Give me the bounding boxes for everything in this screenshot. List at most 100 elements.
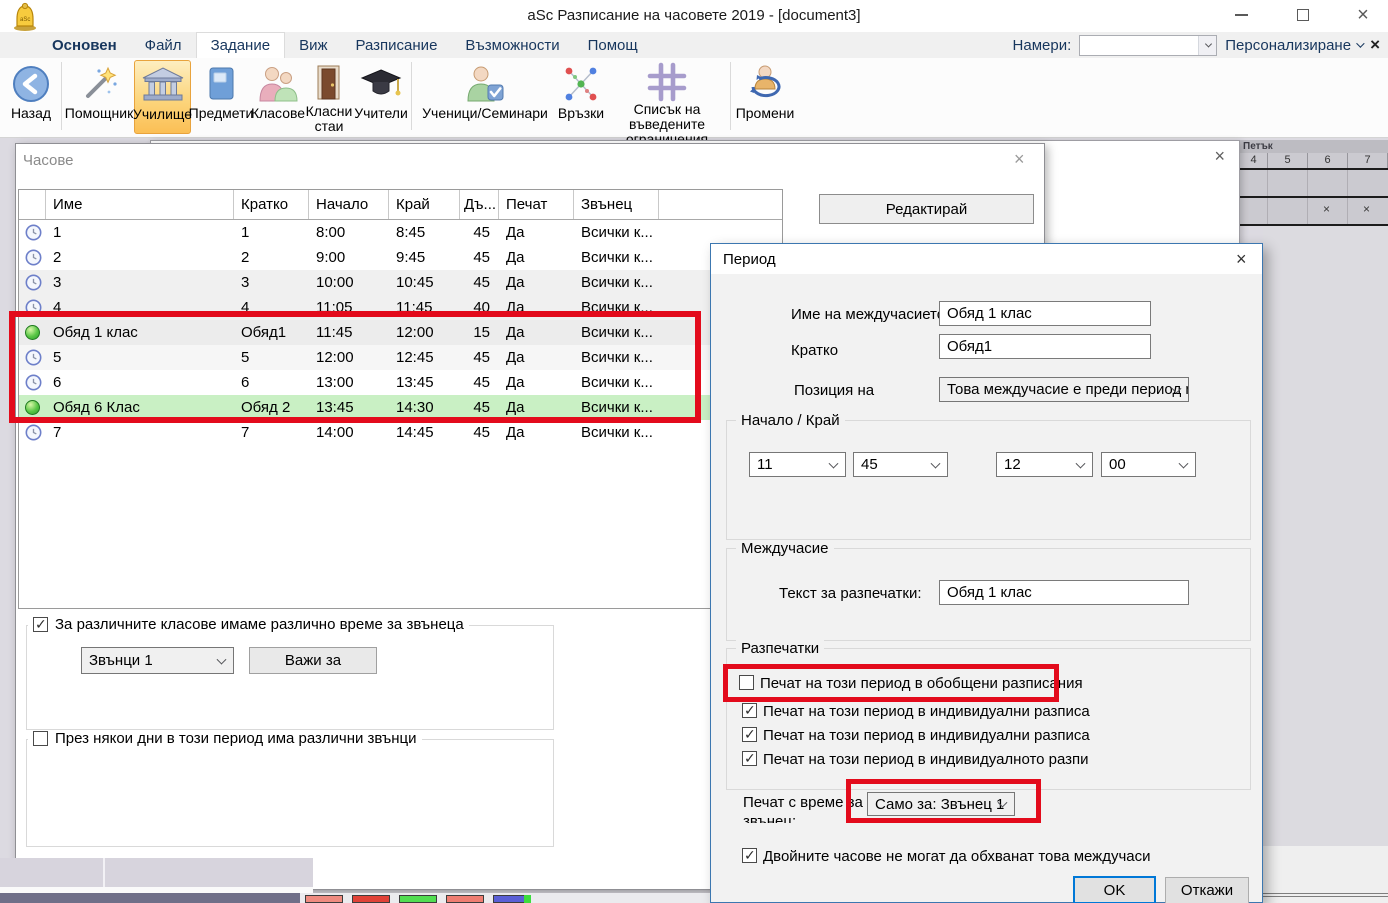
background-timetable-grid: Петък 4 5 6 7 × × — [1240, 140, 1388, 226]
grid-column-header: 7 — [1348, 153, 1388, 168]
bell-time-label-line1: Печат с време за — [743, 794, 863, 811]
applies-to-button[interactable]: Важи за — [249, 647, 377, 674]
school-button[interactable]: Училище — [134, 60, 191, 134]
classrooms-button[interactable]: Класни стаи — [305, 60, 353, 134]
period-clock-icon — [25, 249, 42, 266]
class-color-button[interactable] — [493, 895, 531, 903]
position-combo[interactable]: Това междучасие е преди период nr — [939, 377, 1189, 402]
period-clock-icon — [25, 274, 42, 291]
break-group-label: Междучасие — [736, 540, 834, 557]
chevron-down-icon — [931, 458, 941, 468]
personalize-close-icon[interactable]: × — [1370, 35, 1380, 55]
column-header-end[interactable]: Край — [389, 190, 460, 219]
table-row[interactable]: 118:008:4545ДаВсички к... — [19, 220, 782, 245]
subjects-button[interactable]: Предмети — [191, 60, 251, 134]
class-color-button[interactable] — [352, 895, 390, 903]
break-name-input[interactable]: Обяд 1 клас — [939, 301, 1151, 326]
tab-pomosht[interactable]: Помощ — [574, 32, 652, 58]
tab-zadanie[interactable]: Задание — [196, 32, 286, 58]
table-row[interactable]: 4411:0511:4540ДаВсички к... — [19, 295, 782, 320]
chevron-down-icon — [1076, 458, 1086, 468]
hours-close-icon[interactable]: × — [1014, 149, 1025, 170]
break-icon — [25, 400, 40, 415]
print-summary-checkbox[interactable] — [739, 675, 754, 690]
period-clock-icon — [25, 374, 42, 391]
table-row[interactable]: 7714:0014:4545ДаВсички к... — [19, 420, 782, 445]
column-header-short[interactable]: Кратко — [234, 190, 309, 219]
class-color-button[interactable] — [446, 895, 484, 903]
find-dropdown-button[interactable] — [1198, 36, 1216, 55]
tab-file[interactable]: Файл — [131, 32, 196, 58]
print-individual-schedule-checkbox[interactable] — [742, 751, 757, 766]
grid-column-header: 5 — [1268, 153, 1308, 168]
print-text-input[interactable]: Обяд 1 клас — [939, 580, 1189, 605]
students-seminars-button[interactable]: Ученици/Семинари — [414, 60, 556, 134]
column-header-bell[interactable]: Звънец — [574, 190, 659, 219]
ribbon-tab-bar: Основен Файл Задание Виж Разписание Възм… — [0, 32, 1388, 58]
table-row[interactable]: 6613:0013:4545ДаВсички к... — [19, 370, 782, 395]
short-input[interactable]: Обяд1 — [939, 334, 1151, 359]
tab-vazmozhnosti[interactable]: Възможности — [451, 32, 573, 58]
back-button[interactable]: Назад — [3, 60, 59, 134]
print-individual-schedule-label: Печат на този период в индивидуалното ра… — [763, 751, 1089, 768]
magic-wand-icon — [79, 62, 119, 106]
different-bells-label: За различните класове имаме различно вре… — [55, 616, 464, 633]
wizard-button[interactable]: Помощник — [64, 60, 134, 134]
maximize-button[interactable] — [1280, 0, 1326, 30]
chevron-down-icon — [1356, 39, 1364, 47]
minimize-button[interactable] — [1218, 0, 1264, 30]
start-end-group-label: Начало / Край — [736, 412, 845, 429]
printout-checkbox-row: Печат на този период в обобщени разписан… — [739, 675, 1239, 692]
print-individual-checkbox[interactable] — [742, 727, 757, 742]
different-days-checkbox[interactable] — [33, 731, 48, 746]
grid-cell-mark: × — [1323, 202, 1330, 216]
column-header-start[interactable]: Начало — [309, 190, 389, 219]
grid-column-header: 6 — [1308, 153, 1348, 168]
tab-razpisanie[interactable]: Разписание — [342, 32, 452, 58]
edit-button[interactable]: Редактирай — [819, 194, 1034, 224]
ribbon-toolbar: Назад Помощник Училище Предмети Класове — [0, 58, 1388, 138]
different-bells-checkbox[interactable] — [33, 617, 48, 632]
period-dialog: Период × Име на междучасието: Обяд 1 кла… — [710, 243, 1263, 903]
short-label: Кратко — [791, 342, 838, 359]
column-header-print[interactable]: Печат — [499, 190, 574, 219]
dialog-close-icon[interactable]: × — [1236, 249, 1247, 270]
table-row[interactable]: 3310:0010:4545ДаВсички к... — [19, 270, 782, 295]
column-header-name[interactable]: Име — [46, 190, 234, 219]
end-hour-combo[interactable]: 12 — [996, 452, 1093, 477]
table-row[interactable]: 5512:0012:4545ДаВсички к... — [19, 345, 782, 370]
end-minute-combo[interactable]: 00 — [1101, 452, 1196, 477]
class-color-button[interactable] — [305, 895, 343, 903]
class-color-button[interactable] — [399, 895, 437, 903]
student-check-icon — [463, 62, 507, 106]
book-icon — [204, 62, 238, 106]
links-button[interactable]: Връзки — [556, 60, 606, 134]
start-minute-combo[interactable]: 45 — [853, 452, 948, 477]
table-row[interactable]: 229:009:4545ДаВсички к... — [19, 245, 782, 270]
start-hour-combo[interactable]: 11 — [749, 452, 846, 477]
print-individual-label: Печат на този период в индивидуални разп… — [763, 727, 1090, 744]
ok-button[interactable]: OK — [1073, 876, 1156, 903]
close-button[interactable]: × — [1340, 0, 1386, 30]
find-input[interactable] — [1082, 37, 1194, 54]
background-window-close-icon[interactable]: × — [1214, 146, 1225, 167]
constraints-list-button[interactable]: Списък на въведените ограничения — [606, 60, 728, 134]
tab-vizh[interactable]: Виж — [285, 32, 341, 58]
bells-combo[interactable]: Звънци 1 — [81, 647, 234, 674]
print-individual-checkbox[interactable] — [742, 703, 757, 718]
bell-time-combo[interactable]: Само за: Звънец 1 — [867, 792, 1015, 816]
table-row-lunch-1[interactable]: Обяд 1 класОбяд111:4512:0015ДаВсички к..… — [19, 320, 782, 345]
double-periods-checkbox[interactable] — [742, 848, 757, 863]
table-row-lunch-6-selected[interactable]: Обяд 6 КласОбяд 213:4514:3045ДаВсички к.… — [19, 395, 782, 420]
tab-osnoven[interactable]: Основен — [38, 32, 131, 58]
period-clock-icon — [25, 299, 42, 316]
cancel-button[interactable]: Откажи — [1165, 877, 1249, 903]
column-header-duration[interactable]: Дъ... — [460, 190, 499, 219]
teachers-button[interactable]: Учители — [353, 60, 409, 134]
grid-bottom-border — [1263, 893, 1388, 897]
personalize-button[interactable]: Персонализиране — [1225, 37, 1362, 54]
changes-button[interactable]: Промени — [733, 60, 797, 134]
graduation-cap-icon — [360, 62, 402, 106]
classes-button[interactable]: Класове — [251, 60, 305, 134]
period-clock-icon — [25, 349, 42, 366]
